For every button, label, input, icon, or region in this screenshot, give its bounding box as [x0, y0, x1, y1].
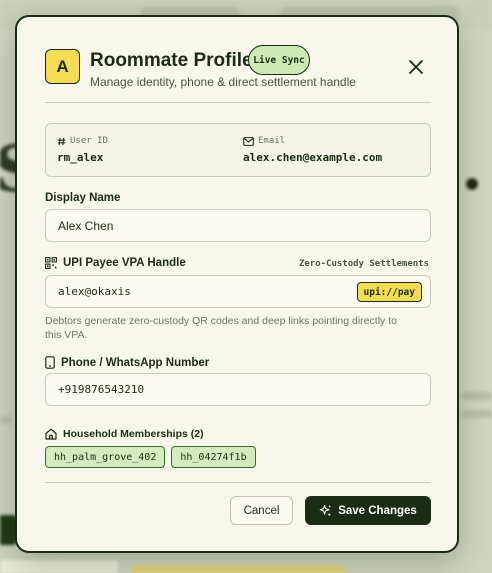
background-yellow-strip: [130, 565, 345, 573]
user-id-block: User ID rm_alex: [57, 136, 108, 164]
footer-divider: [45, 482, 431, 483]
upi-vpa-value: alex@okaxis: [58, 285, 131, 298]
email-value: alex.chen@example.com: [243, 151, 383, 164]
roommate-profile-modal: A Roommate Profile Live Sync Manage iden…: [15, 15, 459, 553]
mail-icon: [243, 136, 254, 146]
display-name-label-text: Display Name: [45, 192, 121, 204]
upi-label-text: UPI Payee VPA Handle: [63, 257, 186, 269]
upi-label: UPI Payee VPA Handle: [45, 257, 186, 269]
background-dot: [466, 178, 478, 190]
household-tag[interactable]: hh_palm_grove_402: [45, 446, 166, 468]
email-label-row: Email: [243, 136, 382, 146]
phone-icon: [45, 356, 55, 369]
cancel-button[interactable]: Cancel: [230, 496, 293, 525]
phone-label-text: Phone / WhatsApp Number: [61, 356, 210, 369]
display-name-label: Display Name: [45, 192, 120, 204]
close-icon[interactable]: [406, 57, 426, 77]
save-changes-label: Save Changes: [338, 504, 417, 517]
phone-value: +919876543210: [58, 383, 145, 396]
households-label-text: Household Memberships (2): [63, 428, 204, 440]
save-changes-button[interactable]: Save Changes: [305, 496, 431, 525]
upi-scheme-badge: upi://pay: [356, 282, 422, 302]
email-label: Email: [258, 136, 286, 146]
user-id-label-row: User ID: [57, 136, 108, 146]
avatar: A: [45, 49, 80, 84]
background-text-line: [462, 410, 492, 418]
households-label: Household Memberships (2): [45, 428, 204, 440]
header-divider: [45, 102, 431, 103]
identity-card: User ID rm_alex Email alex.chen@example.…: [45, 123, 431, 177]
modal-title: Roommate Profile: [90, 50, 253, 71]
live-sync-badge: Live Sync: [248, 45, 310, 75]
phone-label: Phone / WhatsApp Number: [45, 356, 209, 369]
cancel-button-label: Cancel: [243, 504, 280, 517]
user-id-label: User ID: [70, 136, 108, 146]
display-name-input[interactable]: Alex Chen: [45, 209, 431, 242]
sparkles-icon: [319, 504, 332, 517]
modal-subtitle: Manage identity, phone & direct settleme…: [90, 75, 356, 89]
home-icon: [45, 428, 57, 440]
upi-vpa-input[interactable]: alex@okaxis upi://pay: [45, 275, 431, 308]
phone-input[interactable]: +919876543210: [45, 373, 431, 406]
household-tags: hh_palm_grove_402 hh_04274f1b: [45, 446, 256, 468]
household-tag[interactable]: hh_04274f1b: [171, 446, 256, 468]
upi-help-text: Debtors generate zero-custody QR codes a…: [45, 315, 397, 341]
user-id-value: rm_alex: [57, 151, 104, 164]
zero-custody-tag: Zero-Custody Settlements: [298, 259, 429, 269]
display-name-value: Alex Chen: [58, 218, 114, 233]
background-card: [0, 560, 118, 573]
background-text-line: [462, 392, 492, 400]
hash-icon: [57, 137, 66, 146]
qr-code-icon: [45, 257, 57, 269]
email-block: Email alex.chen@example.com: [243, 136, 382, 164]
background-text-line: [0, 416, 12, 424]
